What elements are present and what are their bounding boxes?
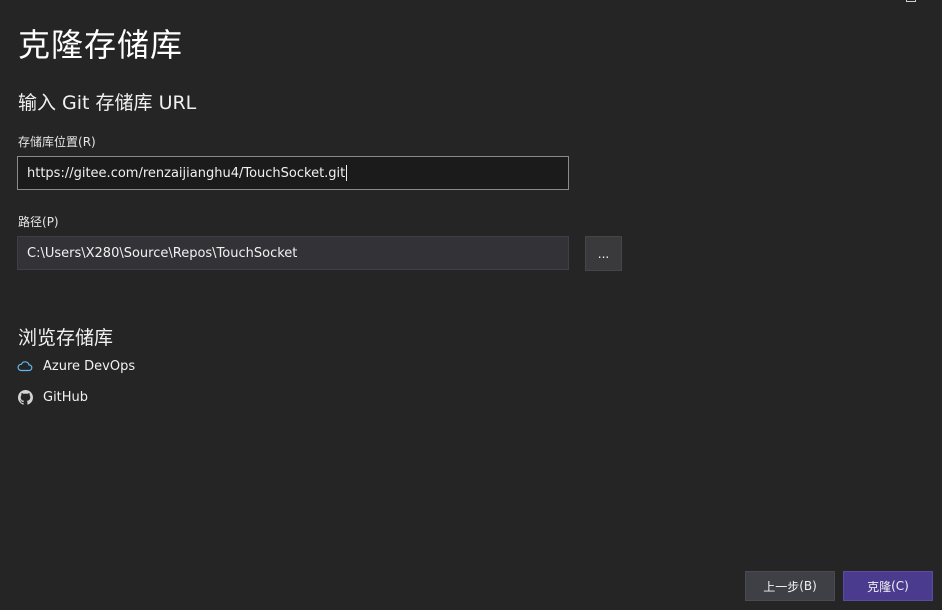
browse-path-button[interactable]: ...	[585, 236, 622, 271]
text-caret	[346, 165, 348, 181]
page-subtitle: 输入 Git 存储库 URL	[18, 92, 197, 114]
path-input[interactable]: C:\Users\X280\Source\Repos\TouchSocket	[17, 236, 569, 270]
clone-button-key: (C)	[891, 579, 909, 593]
repo-url-input[interactable]: https://gitee.com/renzaijianghu4/TouchSo…	[17, 156, 569, 190]
browse-item-github[interactable]: GitHub	[17, 387, 88, 407]
browse-path-label: ...	[597, 247, 610, 261]
path-label: 路径(P)	[18, 213, 59, 230]
path-value: C:\Users\X280\Source\Repos\TouchSocket	[27, 245, 298, 261]
repo-url-value: https://gitee.com/renzaijianghu4/TouchSo…	[27, 165, 346, 181]
cloud-icon	[17, 358, 33, 374]
browse-item-azure-devops[interactable]: Azure DevOps	[17, 356, 135, 376]
github-icon	[17, 389, 33, 405]
repo-location-label-text: 存储库位置	[18, 135, 79, 149]
repo-location-label: 存储库位置(R)	[18, 133, 96, 150]
window-restore-control[interactable]	[906, 0, 916, 2]
page-title: 克隆存储库	[18, 26, 184, 64]
browse-repos-heading: 浏览存储库	[18, 327, 114, 349]
browse-item-label: GitHub	[43, 389, 89, 405]
back-button-key: (B)	[799, 579, 817, 593]
browse-item-label: Azure DevOps	[43, 358, 136, 374]
path-label-text: 路径	[18, 215, 43, 229]
back-button-label: 上一步	[763, 579, 800, 594]
path-access-key: (P)	[42, 215, 59, 229]
back-button[interactable]: 上一步 (B)	[745, 571, 835, 601]
repo-location-access-key: (R)	[78, 135, 96, 149]
clone-button-label: 克隆	[867, 579, 892, 594]
clone-button[interactable]: 克隆 (C)	[843, 571, 933, 601]
